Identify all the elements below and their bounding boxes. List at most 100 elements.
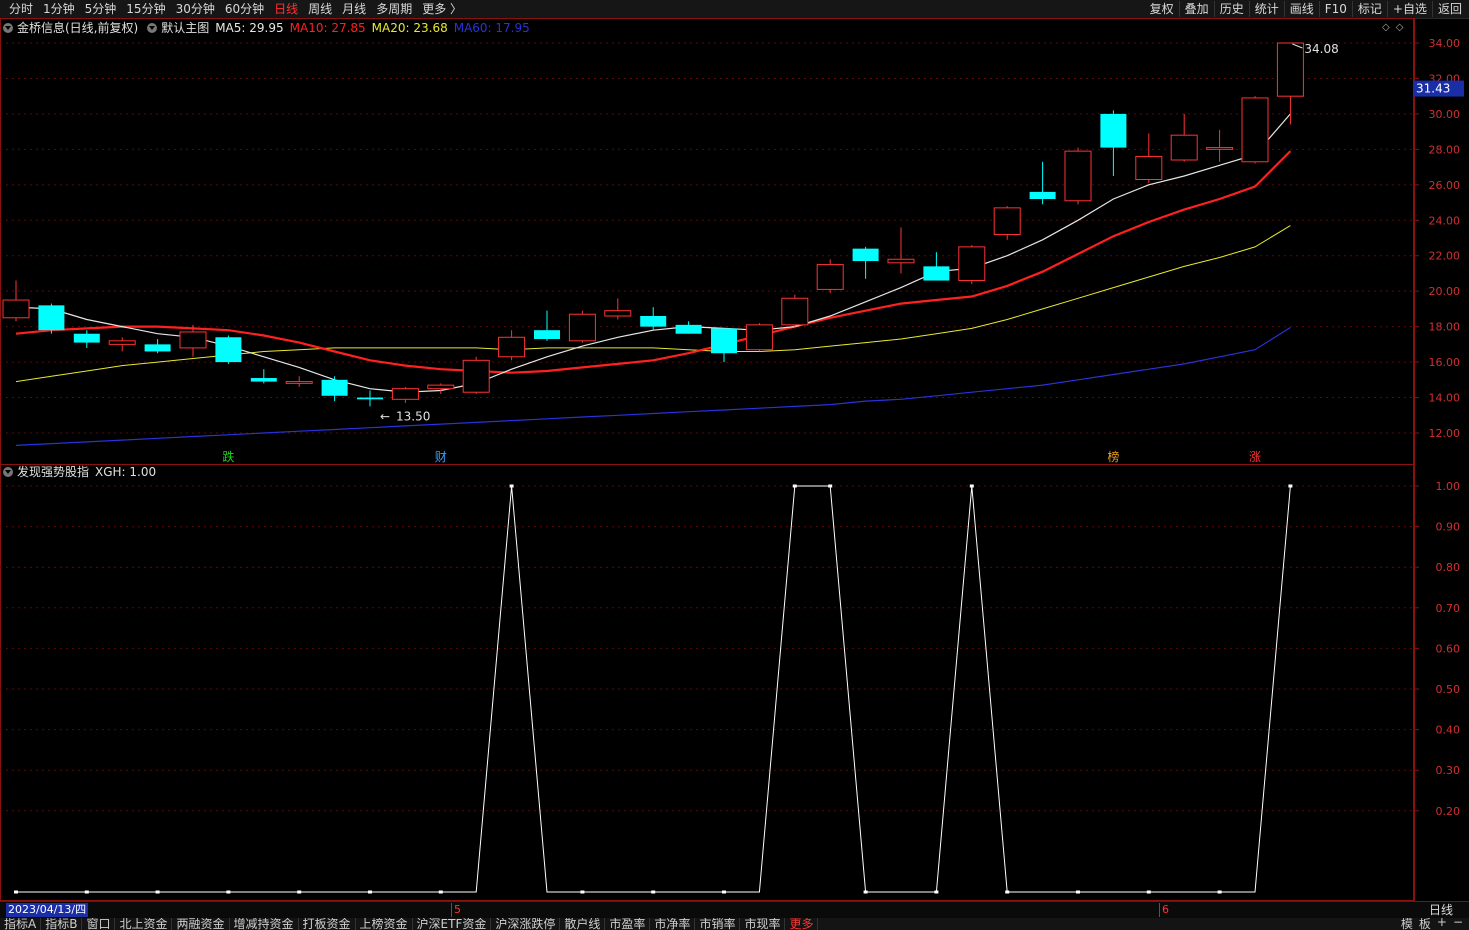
candle-10 (357, 390, 383, 407)
bottom-control-2[interactable]: + (1437, 918, 1447, 930)
price-tick-label: 12.00 (1429, 427, 1461, 440)
candle-26 (923, 252, 950, 281)
bottom-tab-13[interactable]: 市销率 (695, 918, 741, 930)
candle-19 (675, 321, 702, 334)
price-tick-label: 22.00 (1429, 250, 1461, 263)
bottom-tab-0[interactable]: 指标A (0, 918, 42, 930)
bottom-tab-15[interactable]: 更多 (785, 918, 819, 930)
price-gridlines: 34.0032.0030.0028.0026.0024.0022.0020.00… (0, 37, 1460, 440)
candle-27 (958, 245, 986, 285)
candle-body (215, 337, 242, 363)
bottom-tab-6[interactable]: 打板资金 (299, 918, 356, 930)
tab-period-2[interactable]: 5分钟 (80, 1, 122, 17)
ma60-line (15, 326, 1291, 446)
indicator-tick-label: 0.30 (1436, 764, 1461, 777)
bottom-control-3[interactable]: − (1453, 918, 1463, 930)
candle-36 (1276, 42, 1304, 125)
candle-3 (108, 337, 136, 352)
event-marker-1: 财 (435, 450, 447, 464)
chart-frame (0, 18, 1414, 901)
bottom-tab-3[interactable]: 北上资金 (115, 918, 173, 930)
toolbar-button-1[interactable]: 叠加 (1178, 1, 1214, 17)
bottom-tab-2[interactable]: 窗口 (82, 918, 116, 930)
candle-body (887, 258, 915, 264)
bottom-control-0[interactable]: 模 (1401, 918, 1413, 930)
candle-body (675, 324, 702, 334)
indicator-point (863, 890, 868, 894)
candle-body (1064, 150, 1092, 202)
toolbar-button-6[interactable]: 标记 (1351, 1, 1387, 17)
candle-body (1135, 155, 1163, 180)
tab-period-5[interactable]: 60分钟 (220, 1, 269, 17)
candle-body (462, 359, 490, 393)
candle-body (852, 248, 879, 262)
candle-body (1206, 147, 1234, 150)
indicator-point (1217, 890, 1222, 894)
bottom-control-1[interactable]: 板 (1419, 918, 1431, 930)
tab-period-8[interactable]: 月线 (337, 1, 371, 17)
bottom-tab-12[interactable]: 市净率 (650, 918, 696, 930)
indicator-point (792, 484, 797, 488)
candle-0 (2, 280, 30, 322)
toolbar-button-3[interactable]: 统计 (1248, 1, 1284, 17)
bottom-tab-10[interactable]: 散户线 (560, 918, 606, 930)
tab-period-1[interactable]: 1分钟 (38, 1, 80, 17)
candle-body (816, 264, 844, 290)
candle-body (144, 344, 171, 352)
candle-6 (215, 335, 242, 364)
bottom-tab-11[interactable]: 市盈率 (605, 918, 651, 930)
toolbar-button-4[interactable]: 画线 (1283, 1, 1319, 17)
candle-body (38, 305, 65, 331)
candle-28 (993, 206, 1021, 240)
bottom-tab-4[interactable]: 两融资金 (172, 918, 230, 930)
indicator-point (509, 484, 514, 488)
candle-body (1100, 113, 1127, 148)
candle-2 (73, 330, 100, 348)
toolbar-button-0[interactable]: 复权 (1145, 1, 1179, 17)
candle-body (108, 340, 136, 345)
bottom-tab-5[interactable]: 增减持资金 (230, 918, 299, 930)
candle-body (498, 336, 526, 358)
tab-period-7[interactable]: 周线 (303, 1, 337, 17)
candle-35 (1241, 96, 1269, 164)
tab-period-4[interactable]: 30分钟 (171, 1, 220, 17)
candle-31 (1100, 110, 1127, 176)
indicator-tabs: 指标A 指标B 窗口 北上资金 两融资金 增减持资金 打板资金 上榜资金 沪深ETF资金 沪深涨跌… (0, 918, 819, 930)
toolbar-button-7[interactable]: +自选 (1386, 1, 1432, 17)
tab-period-3[interactable]: 15分钟 (121, 1, 170, 17)
indicator-point (1288, 484, 1293, 488)
toolbar-button-5[interactable]: F10 (1318, 1, 1352, 17)
price-chart[interactable]: 34.0032.0030.0028.0026.0024.0022.0020.00… (0, 18, 1469, 901)
indicator-point (1076, 890, 1080, 894)
bottom-tab-8[interactable]: 沪深ETF资金 (413, 918, 492, 930)
indicator-tick-label: 0.90 (1436, 521, 1461, 534)
toolbar-button-2[interactable]: 历史 (1213, 1, 1249, 17)
candle-body (568, 313, 596, 342)
bottom-tab-7[interactable]: 上榜资金 (356, 918, 413, 930)
candle-22 (781, 294, 809, 329)
bottom-tab-9[interactable]: 沪深涨跌停 (491, 918, 561, 930)
indicator-point (969, 484, 974, 488)
candle-23 (816, 259, 844, 293)
event-marker-0: 跌 (222, 449, 234, 464)
candle-1 (38, 303, 65, 334)
bottom-tab-14[interactable]: 市现率 (740, 918, 786, 930)
price-tick-label: 26.00 (1429, 179, 1461, 192)
low-price-arrow: ← (380, 409, 390, 423)
indicator-point (722, 890, 726, 894)
toolbar-button-8[interactable]: 返回 (1431, 1, 1467, 17)
price-tick-label: 28.00 (1429, 143, 1461, 156)
candle-body (427, 384, 455, 390)
candle-body (604, 310, 632, 317)
indicator-point (1146, 890, 1151, 894)
tab-period-0[interactable]: 分时 (4, 1, 38, 17)
bottom-tab-1[interactable]: 指标B (41, 918, 83, 930)
candle-body (958, 246, 986, 282)
candle-body (640, 316, 667, 327)
candle-body (1170, 134, 1198, 161)
candle-12 (427, 383, 455, 394)
tab-period-9[interactable]: 多周期 (371, 1, 417, 17)
tab-period-10[interactable]: 更多 〉 (417, 1, 467, 17)
tab-period-6[interactable]: 日线 (269, 1, 303, 17)
candles (2, 42, 1304, 407)
